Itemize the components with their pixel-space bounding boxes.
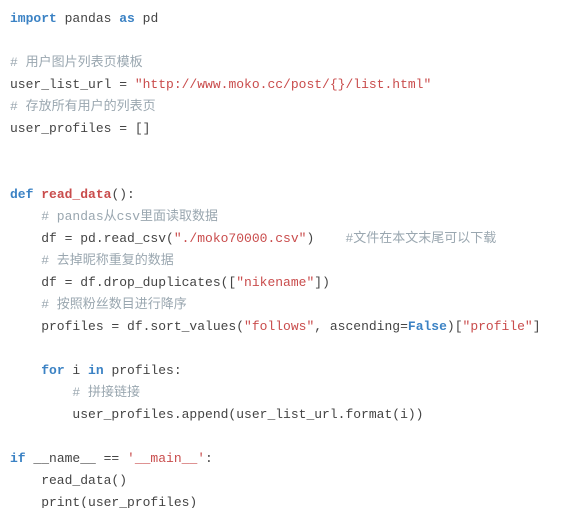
line-call: profiles = df.sort_values("follows", asc… (10, 319, 541, 334)
comment-line: # 存放所有用户的列表页 (10, 99, 156, 114)
line-call: user_profiles.append(user_list_url.forma… (10, 407, 423, 422)
line-assign: user_profiles = [] (10, 121, 150, 136)
comment-line: # pandas从csv里面读取数据 (10, 209, 218, 224)
kw-in: in (88, 363, 104, 378)
fn-name: read_data (41, 187, 111, 202)
comment-line: # 去掉昵称重复的数据 (10, 253, 174, 268)
line-call: print(user_profiles) (10, 495, 197, 508)
comment-line: # 按照粉丝数目进行降序 (10, 297, 187, 312)
string: "http://www.moko.cc/post/{}/list.html" (135, 77, 431, 92)
string: '__main__' (127, 451, 205, 466)
line-call: df = pd.read_csv("./moko70000.csv") #文件在… (10, 231, 496, 246)
comment-line: # 拼接链接 (10, 385, 140, 400)
kw-if: if (10, 451, 26, 466)
kw-import: import (10, 11, 57, 26)
code-block: import pandas as pd # 用户图片列表页模板 user_lis… (0, 0, 572, 508)
line-call: df = df.drop_duplicates(["nikename"]) (10, 275, 330, 290)
line-def: def read_data(): (10, 187, 135, 202)
string: "nikename" (236, 275, 314, 290)
kw-as: as (119, 11, 135, 26)
line-if: if __name__ == '__main__': (10, 451, 213, 466)
kw-def: def (10, 187, 33, 202)
kw-for: for (41, 363, 64, 378)
string: "./moko70000.csv" (174, 231, 307, 246)
string: "follows" (244, 319, 314, 334)
line-assign: user_list_url = "http://www.moko.cc/post… (10, 77, 431, 92)
line-call: read_data() (10, 473, 127, 488)
comment-inline: #文件在本文末尾可以下载 (345, 231, 496, 246)
bool-false: False (408, 319, 447, 334)
comment-line: # 用户图片列表页模板 (10, 55, 143, 70)
line-for: for i in profiles: (10, 363, 182, 378)
line-1: import pandas as pd (10, 11, 158, 26)
string: "profile" (463, 319, 533, 334)
